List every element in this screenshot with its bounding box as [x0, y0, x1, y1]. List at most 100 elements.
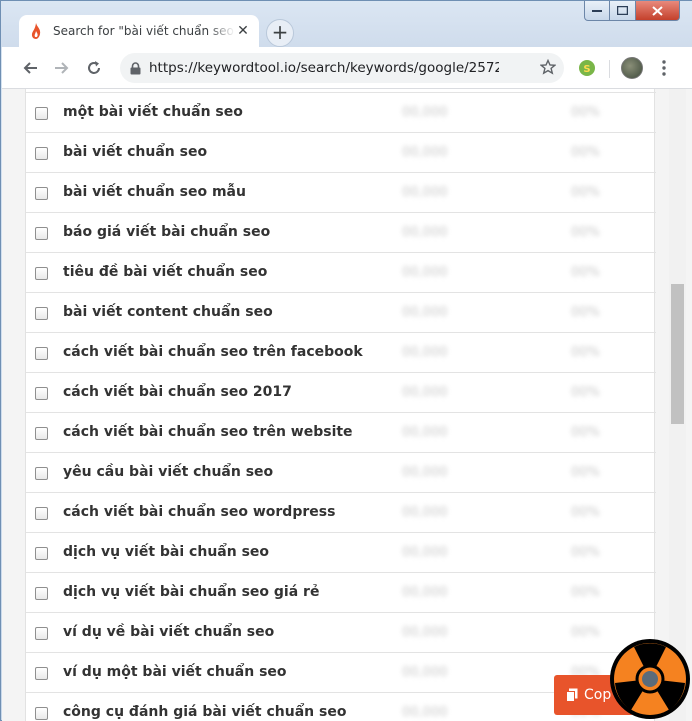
- back-button[interactable]: [16, 54, 44, 82]
- url-text: https://keywordtool.io/search/keywords/g…: [149, 60, 499, 76]
- maximize-button[interactable]: [610, 1, 636, 21]
- trend-blurred: 00%: [571, 625, 600, 640]
- search-volume-blurred: 00,000: [402, 505, 448, 520]
- keyword-text: bài viết content chuẩn seo: [63, 304, 273, 320]
- keyword-text: cách viết bài chuẩn seo 2017: [63, 384, 292, 400]
- reload-button[interactable]: [80, 54, 108, 82]
- trend-blurred: 00%: [571, 305, 600, 320]
- trend-blurred: 00%: [571, 425, 600, 440]
- browser-window: Search for "bài viết chuẩn seo" fo ✕ + h…: [0, 0, 692, 721]
- keyword-text: yêu cầu bài viết chuẩn seo: [63, 464, 274, 480]
- trend-blurred: 00%: [571, 545, 600, 560]
- window-controls: [584, 1, 680, 21]
- keyword-results-table: một bài viết chuẩn seo 00,000 00% bài viết …: [25, 89, 656, 721]
- search-volume-blurred: 00,000: [402, 225, 448, 240]
- keyword-text: ví dụ một bài viết chuẩn seo: [63, 664, 287, 680]
- row-checkbox[interactable]: [35, 107, 48, 120]
- search-volume-blurred: 00,000: [402, 305, 448, 320]
- page-content: một bài viết chuẩn seo 00,000 00% bài viết …: [2, 89, 692, 721]
- reload-icon: [88, 60, 100, 74]
- keyword-text: tiêu đề bài viết chuẩn seo: [63, 264, 268, 280]
- keyword-text: công cụ đánh giá bài viết chuẩn seo: [63, 704, 347, 720]
- trend-blurred: 00%: [571, 585, 600, 600]
- search-volume-blurred: 00,000: [402, 425, 448, 440]
- back-arrow-icon: [23, 61, 37, 74]
- table-row: yêu cầu bài viết chuẩn seo 00,000 00%: [26, 452, 656, 492]
- table-row: tiêu đề bài viết chuẩn seo 00,000 00%: [26, 252, 656, 292]
- tab-title: Search for "bài viết chuẩn seo" fo: [53, 24, 235, 38]
- table-row: báo giá viết bài chuẩn seo 00,000 00%: [26, 212, 656, 252]
- keyword-text: ví dụ về bài viết chuẩn seo: [63, 624, 275, 640]
- keyword-text: báo giá viết bài chuẩn seo: [63, 224, 271, 240]
- profile-avatar[interactable]: [621, 57, 643, 79]
- menu-kebab-icon[interactable]: [658, 59, 670, 77]
- browser-tab[interactable]: Search for "bài viết chuẩn seo" fo ✕: [19, 15, 259, 47]
- minimize-button[interactable]: [584, 1, 610, 21]
- search-volume-blurred: 00,000: [402, 185, 448, 200]
- table-row: bài viết chuẩn seo 00,000 00%: [26, 132, 656, 172]
- search-volume-blurred: 00,000: [402, 625, 448, 640]
- watermark-logo: [610, 639, 690, 719]
- row-checkbox[interactable]: [35, 467, 48, 480]
- row-checkbox[interactable]: [35, 627, 48, 640]
- keyword-text: một bài viết chuẩn seo: [63, 104, 243, 120]
- row-checkbox[interactable]: [35, 707, 48, 720]
- address-bar[interactable]: https://keywordtool.io/search/keywords/g…: [120, 53, 564, 83]
- vertical-scrollbar[interactable]: [669, 89, 686, 721]
- row-checkbox[interactable]: [35, 427, 48, 440]
- lock-icon: [130, 61, 141, 74]
- trend-blurred: 00%: [571, 185, 600, 200]
- row-checkbox[interactable]: [35, 507, 48, 520]
- copy-button-label: Cop: [584, 687, 612, 703]
- table-row: cách viết bài chuẩn seo trên facebook 00,…: [26, 332, 656, 372]
- row-checkbox[interactable]: [35, 267, 48, 280]
- keyword-text: bài viết chuẩn seo: [63, 144, 208, 160]
- row-checkbox[interactable]: [35, 307, 48, 320]
- favicon-flame-icon: [31, 23, 41, 39]
- table-row: bài viết chuẩn seo mẫu 00,000 00%: [26, 172, 656, 212]
- table-row: bài viết content chuẩn seo 00,000 00%: [26, 292, 656, 332]
- trend-blurred: 00%: [571, 225, 600, 240]
- search-volume-blurred: 00,000: [402, 105, 448, 120]
- row-checkbox[interactable]: [35, 227, 48, 240]
- bookmark-star-icon[interactable]: [540, 59, 556, 75]
- forward-button[interactable]: [48, 54, 76, 82]
- trend-blurred: 00%: [571, 505, 600, 520]
- search-volume-blurred: 00,000: [402, 145, 448, 160]
- search-volume-blurred: 00,000: [402, 345, 448, 360]
- row-checkbox[interactable]: [35, 187, 48, 200]
- table-row: dịch vụ viết bài chuẩn seo giá rẻ 00,000 0…: [26, 572, 656, 612]
- search-volume-blurred: 00,000: [402, 585, 448, 600]
- table-row: cách viết bài chuẩn seo 2017 00,000 00%: [26, 372, 656, 412]
- row-checkbox[interactable]: [35, 387, 48, 400]
- new-tab-button[interactable]: +: [266, 19, 294, 47]
- close-window-button[interactable]: [636, 1, 680, 21]
- trend-blurred: 00%: [571, 345, 600, 360]
- extension-seoquake-icon[interactable]: S: [578, 59, 596, 77]
- trend-blurred: 00%: [571, 385, 600, 400]
- keyword-text: cách viết bài chuẩn seo trên website: [63, 424, 353, 440]
- address-toolbar: https://keywordtool.io/search/keywords/g…: [2, 47, 692, 89]
- search-volume-blurred: 00,000: [402, 265, 448, 280]
- table-row: dịch vụ viết bài chuẩn seo 00,000 00%: [26, 532, 656, 572]
- row-checkbox[interactable]: [35, 147, 48, 160]
- keyword-text: cách viết bài chuẩn seo trên facebook: [63, 344, 363, 360]
- keyword-text: dịch vụ viết bài chuẩn seo: [63, 544, 270, 560]
- table-row: một bài viết chuẩn seo 00,000 00%: [26, 92, 656, 132]
- search-volume-blurred: 00,000: [402, 665, 448, 680]
- tab-close-icon[interactable]: ✕: [235, 23, 251, 39]
- table-row: cách viết bài chuẩn seo trên website 00,0…: [26, 412, 656, 452]
- keyword-text: dịch vụ viết bài chuẩn seo giá rẻ: [63, 584, 320, 600]
- row-checkbox[interactable]: [35, 587, 48, 600]
- trend-blurred: 00%: [571, 105, 600, 120]
- keyword-text: cách viết bài chuẩn seo wordpress: [63, 504, 336, 520]
- tab-strip: Search for "bài viết chuẩn seo" fo ✕ +: [1, 1, 692, 47]
- row-checkbox[interactable]: [35, 547, 48, 560]
- search-volume-blurred: 00,000: [402, 545, 448, 560]
- copy-icon: [566, 688, 578, 702]
- search-volume-blurred: 00,000: [402, 385, 448, 400]
- row-checkbox[interactable]: [35, 347, 48, 360]
- scrollbar-thumb[interactable]: [671, 284, 684, 424]
- search-volume-blurred: 00,000: [402, 465, 448, 480]
- row-checkbox[interactable]: [35, 667, 48, 680]
